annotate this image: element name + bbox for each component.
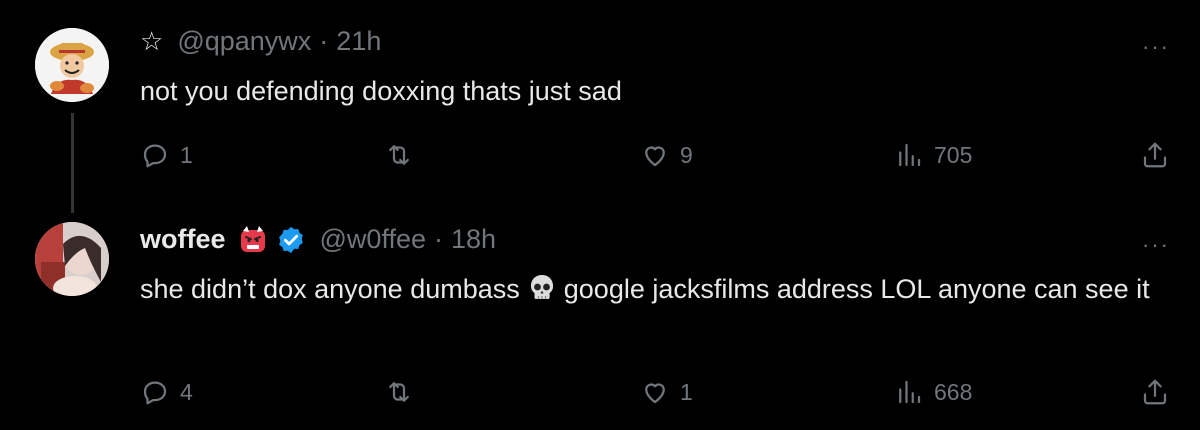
heart-icon (645, 383, 665, 404)
tweet-header: ☆ @qpanywx · 21h (140, 26, 381, 57)
tweet-text: not you defending doxxing thats just sad (140, 76, 622, 106)
retweet-button[interactable] (384, 140, 424, 170)
separator-dot: · (319, 26, 329, 56)
retweet-icon (389, 382, 409, 402)
share-icon (1143, 379, 1167, 405)
tweet-text-part-1: she didn’t dox anyone dumbass (140, 274, 520, 304)
angry-oni-emoji-icon (238, 225, 268, 255)
separator-dot: · (434, 224, 443, 254)
like-count: 1 (680, 378, 693, 405)
retweet-button[interactable] (384, 377, 424, 407)
share-icon (1143, 142, 1167, 168)
verified-badge-icon[interactable] (276, 225, 306, 255)
tweet-actions: 1 9 705 (140, 140, 1180, 170)
user-handle[interactable]: @qpanywx (177, 26, 311, 57)
retweet-icon (389, 145, 409, 165)
more-options-button[interactable]: ··· (1142, 232, 1170, 258)
reply-button[interactable]: 1 (140, 140, 193, 170)
like-count: 9 (680, 141, 693, 168)
thread-connector-line (71, 113, 74, 213)
analytics-icon (899, 380, 921, 404)
reply-count: 1 (180, 141, 193, 168)
reply-icon (143, 144, 167, 168)
tweet-text-part-2: google jacksfilms address LOL anyone can… (563, 274, 1150, 304)
star-icon: ☆ (140, 26, 164, 56)
analytics-icon (899, 143, 921, 167)
timestamp[interactable]: 18h (451, 224, 496, 255)
avatar[interactable] (35, 222, 109, 296)
view-count: 705 (934, 141, 973, 168)
display-name[interactable]: woffee (140, 224, 226, 255)
like-button[interactable]: 1 (640, 377, 693, 407)
tweet-header: woffee @w0ffee · 18h (140, 224, 496, 255)
share-button[interactable] (1140, 140, 1180, 170)
view-count: 668 (934, 378, 973, 405)
timestamp[interactable]: 21h (336, 26, 381, 57)
reply-button[interactable]: 4 (140, 377, 193, 407)
heart-icon (645, 146, 665, 167)
more-options-button[interactable]: ··· (1142, 34, 1170, 60)
views-button[interactable]: 705 (894, 140, 972, 170)
views-button[interactable]: 668 (894, 377, 972, 407)
skull-emoji-icon (526, 272, 558, 304)
like-button[interactable]: 9 (640, 140, 693, 170)
tweet-text: she didn’t dox anyone dumbass google jac… (140, 270, 1180, 308)
user-handle[interactable]: @w0ffee (320, 224, 426, 255)
share-button[interactable] (1140, 377, 1180, 407)
reply-icon (143, 381, 167, 405)
reply-count: 4 (180, 378, 193, 405)
tweet-actions: 4 1 668 (140, 377, 1180, 407)
avatar[interactable] (35, 28, 109, 102)
